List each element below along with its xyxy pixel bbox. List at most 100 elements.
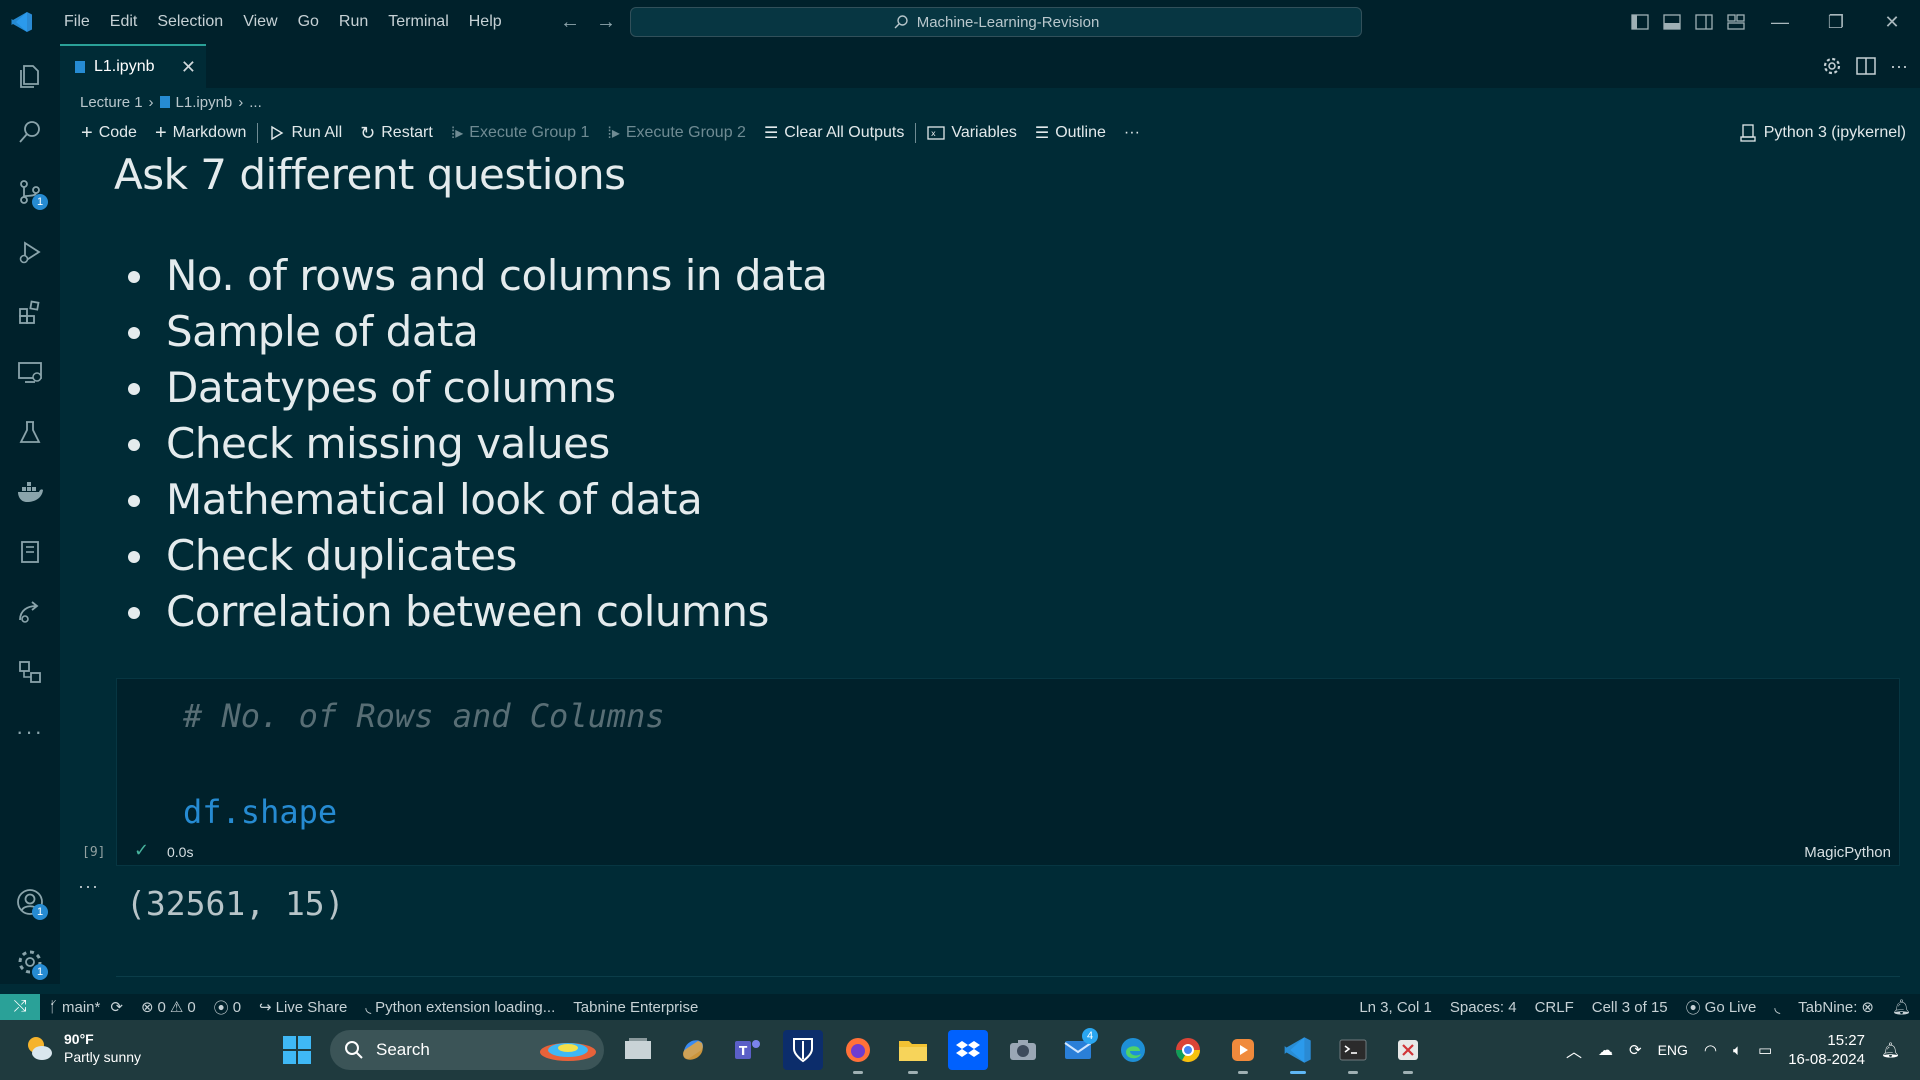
docker-icon[interactable] [10,472,50,512]
tab-close-icon[interactable]: ✕ [181,57,196,78]
more-views-icon[interactable]: ··· [10,712,50,752]
remote-indicator-icon[interactable]: ⤭ [0,994,40,1020]
problems-status[interactable]: ⊗ 0 ⚠ 0 [132,998,205,1017]
dropbox-icon[interactable] [948,1030,988,1070]
restore-button[interactable]: ❐ [1808,0,1864,44]
tab-l1-ipynb[interactable]: L1.ipynb ✕ [60,44,206,88]
onedrive-cloud-icon[interactable]: ☁ [1598,1041,1613,1059]
notebook-settings-gear-icon[interactable] [1822,56,1842,76]
menu-selection[interactable]: Selection [147,0,233,44]
indentation-status[interactable]: Spaces: 4 [1441,999,1526,1016]
run-debug-icon[interactable] [10,232,50,272]
remote-explorer-icon[interactable] [10,352,50,392]
kernel-picker[interactable]: Python 3 (ipykernel) [1740,118,1906,148]
chrome-icon[interactable] [1168,1030,1208,1070]
battery-icon[interactable]: ▭ [1758,1041,1772,1059]
command-center-search[interactable]: Machine-Learning-Revision [630,7,1362,37]
search-icon[interactable] [10,112,50,152]
menu-view[interactable]: View [233,0,287,44]
breadcrumb-file[interactable]: L1.ipynb [176,94,233,111]
eol-status[interactable]: CRLF [1526,999,1583,1016]
menu-terminal[interactable]: Terminal [378,0,458,44]
toolbar-more-button[interactable]: ··· [1115,124,1149,142]
testing-flask-icon[interactable] [10,412,50,452]
snipping-tool-icon[interactable] [1388,1030,1428,1074]
accounts-icon[interactable]: 1 [10,882,50,922]
terminal-icon[interactable] [1333,1030,1373,1074]
taskbar-search[interactable]: Search [330,1030,604,1070]
extensions-icon[interactable] [10,292,50,332]
toggle-secondary-sidebar-icon[interactable] [1688,0,1720,44]
references-icon[interactable] [10,652,50,692]
breadcrumb-folder[interactable]: Lecture 1 [80,94,143,111]
menu-help[interactable]: Help [459,0,512,44]
notification-bell-icon[interactable]: 🔔︎ [1881,1041,1900,1059]
more-actions-icon[interactable]: ··· [1890,56,1908,77]
forward-arrow-icon[interactable]: → [594,8,618,36]
run-all-button[interactable]: Run All [260,124,351,142]
go-live-status[interactable]: ⦿ Go Live [1677,997,1766,1018]
teams-icon[interactable]: T [728,1030,768,1070]
live-share-status[interactable]: ↪ Live Share [250,998,356,1017]
outline-button[interactable]: ☰ Outline [1026,123,1115,143]
execute-group-1-button[interactable]: ⁞▸ Execute Group 1 [442,123,599,143]
copilot-icon[interactable] [673,1030,713,1070]
tabnine-status[interactable]: TabNine: ⊗ [1789,998,1883,1017]
bitwarden-icon[interactable] [783,1030,823,1070]
menu-go[interactable]: Go [288,0,329,44]
firefox-icon[interactable] [838,1030,878,1074]
toggle-panel-icon[interactable] [1656,0,1688,44]
cell-position-status[interactable]: Cell 3 of 15 [1583,999,1677,1016]
notifications-bell-icon[interactable]: 🔔︎ [1883,998,1920,1016]
live-share-icon[interactable] [10,592,50,632]
sync-icon[interactable]: ⟳ [1629,1041,1642,1059]
ports-status[interactable]: ⦿ 0 [205,997,250,1018]
minimize-button[interactable]: — [1752,0,1808,44]
camera-icon[interactable] [1003,1030,1043,1070]
file-explorer-icon[interactable] [893,1030,933,1074]
chevron-up-icon[interactable]: ︿ [1566,1038,1582,1062]
menu-edit[interactable]: Edit [100,0,148,44]
task-view-icon[interactable] [618,1030,658,1070]
wifi-icon[interactable]: ◠ [1704,1041,1717,1059]
menu-file[interactable]: File [54,0,100,44]
weather-widget[interactable]: 90°F Partly sunny [24,1030,141,1066]
close-window-button[interactable]: ✕ [1864,0,1920,44]
media-player-icon[interactable] [1223,1030,1263,1074]
add-code-cell-button[interactable]: + Code [72,122,146,145]
variables-button[interactable]: x Variables [918,124,1026,142]
execution-count: [9] [82,845,106,860]
split-editor-icon[interactable] [1856,57,1876,75]
toggle-primary-sidebar-icon[interactable] [1624,0,1656,44]
explorer-icon[interactable] [10,56,50,96]
clock[interactable]: 15:27 16-08-2024 [1788,1031,1865,1069]
breadcrumb-more[interactable]: ... [249,94,262,111]
code-cell-editor[interactable]: # No. of Rows and Columns df.shape Magic… [116,678,1900,866]
mail-icon[interactable]: 4 [1058,1028,1098,1070]
cursor-position-status[interactable]: Ln 3, Col 1 [1350,999,1441,1016]
execute-group-2-button[interactable]: ⁞▸ Execute Group 2 [598,123,755,143]
clear-all-label: Clear All Outputs [784,124,905,141]
clear-all-outputs-button[interactable]: ☰ Clear All Outputs [755,123,913,143]
notebook-file-icon [75,61,85,73]
edge-icon[interactable] [1113,1030,1153,1070]
customize-layout-icon[interactable] [1720,0,1752,44]
back-arrow-icon[interactable]: ← [558,8,582,36]
source-control-icon[interactable]: 1 [10,172,50,212]
branch-status[interactable]: ᚶ main* ⟳ [40,998,132,1017]
restart-button[interactable]: ↻ Restart [351,123,442,144]
vscode-taskbar-icon[interactable] [1278,1030,1318,1074]
manage-gear-icon[interactable]: 1 [10,942,50,982]
start-windows-icon[interactable] [282,1035,312,1070]
cell-language-label[interactable]: MagicPython [1804,844,1891,861]
python-loading-status[interactable]: ◟ Python extension loading... [356,998,564,1017]
notebook-icon[interactable] [10,532,50,572]
list-item: Mathematical look of data [128,472,827,528]
tabnine-enterprise-status[interactable]: Tabnine Enterprise [564,999,707,1016]
output-more-icon[interactable]: ··· [78,876,99,897]
language-indicator[interactable]: ENG [1658,1042,1688,1058]
menu-run[interactable]: Run [329,0,378,44]
menu-bar: File Edit Selection View Go Run Terminal… [54,0,512,44]
volume-icon[interactable]: 🔈︎ [1733,1042,1742,1059]
add-markdown-cell-button[interactable]: + Markdown [146,122,256,145]
